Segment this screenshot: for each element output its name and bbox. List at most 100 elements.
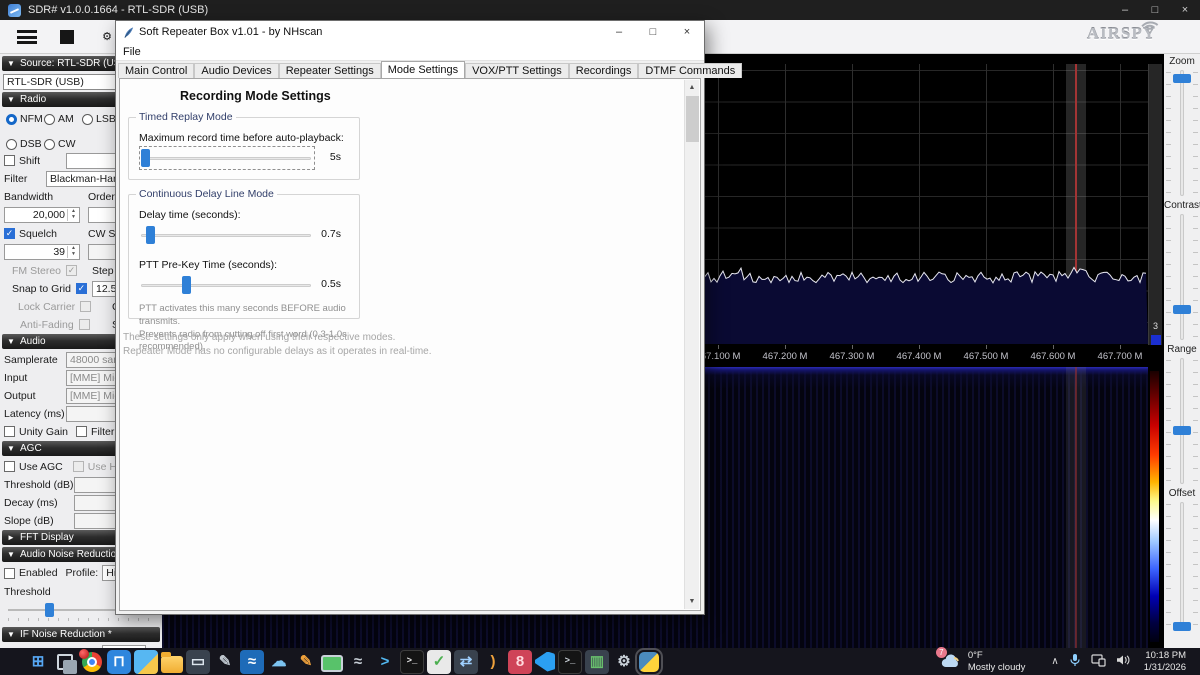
slider-thumb[interactable]: [1173, 622, 1191, 631]
squelch-stepper[interactable]: 39 ▲▼: [4, 244, 80, 260]
mode-radio[interactable]: NFM: [6, 113, 44, 125]
taskbar-icon-settings[interactable]: ⚙: [612, 650, 636, 674]
dialog-menubar: File: [116, 43, 704, 61]
mode-radio[interactable]: AM: [44, 113, 82, 125]
slider-thumb[interactable]: [146, 226, 155, 244]
bandwidth-stepper[interactable]: 20,000 ▲▼: [4, 207, 80, 223]
tab[interactable]: Mode Settings: [381, 61, 465, 78]
menu-hamburger-icon[interactable]: [14, 24, 40, 50]
use-hang-checkbox: [73, 461, 84, 472]
taskbar-icon-pen[interactable]: ✎: [213, 650, 237, 674]
clock-date: 1/31/2026: [1144, 662, 1186, 674]
taskbar-icon-start[interactable]: ⊞: [26, 650, 50, 674]
squelch-checkbox[interactable]: ✓: [4, 228, 15, 239]
slider-thumb[interactable]: [182, 276, 191, 294]
tab[interactable]: Recordings: [569, 63, 639, 78]
frequency-label: 467.500 M: [951, 351, 1021, 362]
minimize-icon[interactable]: –: [1110, 0, 1140, 20]
continuous-delay-groupbox: Continuous Delay Line Mode Delay time (s…: [128, 194, 360, 319]
taskbar-icon-terminal[interactable]: >_: [400, 650, 424, 674]
taskbar-icon-system-monitor[interactable]: ▥: [585, 650, 609, 674]
taskbar-icon-remote-desktop[interactable]: ⇄: [454, 650, 478, 674]
tab[interactable]: Repeater Settings: [279, 63, 381, 78]
system-tray: ∧: [1051, 653, 1129, 670]
taskbar-icon-curves[interactable]: ≈: [346, 650, 370, 674]
taskbar-icon-vscode[interactable]: [535, 652, 555, 672]
delay-time-slider[interactable]: 0.7s: [139, 225, 349, 245]
range-slider[interactable]: [1172, 358, 1192, 484]
taskbar-icon-python[interactable]: [639, 652, 659, 672]
taskbar-icon-file-explorer[interactable]: [161, 656, 183, 673]
weather-widget[interactable]: 7 0°F Mostly cloudy: [940, 650, 1026, 674]
taskbar-icon-cloud[interactable]: ☁: [267, 650, 291, 674]
taskbar-icon-notepad[interactable]: ✓: [427, 650, 451, 674]
taskbar-icon-photos-waves[interactable]: ≈: [240, 650, 264, 674]
microphone-icon[interactable]: [1069, 653, 1081, 670]
taskbar-icon-pc-green[interactable]: [321, 655, 343, 672]
taskbar-icon-chrome[interactable]: [82, 652, 102, 672]
max-record-time-label: Maximum record time before auto-playback…: [139, 132, 349, 144]
collapse-arrow-icon: ▼: [2, 630, 20, 639]
slider-thumb[interactable]: [1173, 305, 1191, 314]
tab[interactable]: VOX/PTT Settings: [465, 63, 569, 78]
tab[interactable]: Main Control: [118, 63, 194, 78]
stepper-arrows-icon[interactable]: ▲▼: [67, 246, 79, 258]
band-value-label: 3: [1149, 321, 1162, 331]
maximize-icon[interactable]: □: [636, 21, 670, 43]
ptt-prekey-value: 0.5s: [321, 278, 341, 290]
scroll-down-icon[interactable]: ▼: [685, 594, 699, 609]
stepper-arrows-icon[interactable]: ▲▼: [67, 209, 79, 221]
scroll-up-icon[interactable]: ▲: [685, 80, 699, 95]
use-agc-checkbox[interactable]: [4, 461, 15, 472]
slider-track: [1180, 502, 1184, 630]
close-icon[interactable]: ×: [670, 21, 704, 43]
offset-slider[interactable]: [1172, 502, 1192, 630]
menu-file[interactable]: File: [116, 43, 148, 60]
contrast-slider[interactable]: [1172, 214, 1192, 340]
sdrsharp-window-title: SDR# v1.0.0.1664 - RTL-SDR (USB): [28, 4, 208, 16]
tab[interactable]: DTMF Commands: [638, 63, 742, 78]
max-record-time-slider[interactable]: 5s: [139, 148, 349, 168]
tray-chevron-up-icon[interactable]: ∧: [1051, 656, 1058, 667]
filter-audio-checkbox[interactable]: [76, 426, 87, 437]
slider-thumb[interactable]: [1173, 426, 1191, 435]
dialog-scrollbar[interactable]: ▲ ▼: [684, 80, 699, 609]
slider-thumb[interactable]: [141, 149, 150, 167]
cast-screen-icon[interactable]: [1091, 654, 1106, 670]
taskbar-icon-crescent[interactable]: ): [481, 650, 505, 674]
panel-header-ifnr[interactable]: ▼ IF Noise Reduction *: [2, 627, 160, 642]
band-scrollbar[interactable]: 3: [1148, 64, 1162, 345]
close-icon[interactable]: ×: [1170, 0, 1200, 20]
shift-checkbox[interactable]: [4, 155, 15, 166]
unity-gain-checkbox[interactable]: [4, 426, 15, 437]
slider-thumb[interactable]: [45, 603, 54, 617]
dialog-titlebar[interactable]: Soft Repeater Box v1.01 - by NHscan – □ …: [116, 21, 704, 43]
taskbar-icon-snipping-tool[interactable]: ▭: [186, 650, 210, 674]
mode-radio[interactable]: DSB: [6, 138, 44, 150]
anti-fading-checkbox: [79, 319, 90, 330]
taskbar-icon-terminal-2[interactable]: >_: [558, 650, 582, 674]
volume-icon[interactable]: [1116, 654, 1130, 669]
tab[interactable]: Audio Devices: [194, 63, 278, 78]
ptt-prekey-slider[interactable]: 0.5s: [139, 275, 349, 295]
taskbar-icon-task-view[interactable]: [57, 654, 73, 670]
zoom-slider[interactable]: [1172, 70, 1192, 196]
taskbar-icons: ⊞ ⊓: [26, 650, 659, 674]
lock-carrier-checkbox: [80, 301, 91, 312]
taskbar-icon-powershell[interactable]: >: [373, 650, 397, 674]
collapse-arrow-icon: ▼: [2, 550, 20, 559]
taskbar-clock[interactable]: 10:18 PM 1/31/2026: [1144, 650, 1186, 674]
minimize-icon[interactable]: –: [602, 21, 636, 43]
anr-enabled-checkbox[interactable]: [4, 568, 15, 579]
stop-button[interactable]: [54, 24, 80, 50]
airspy-waves-icon: [1140, 16, 1166, 39]
slider-thumb[interactable]: [1173, 74, 1191, 83]
scrollbar-thumb[interactable]: [686, 96, 699, 142]
slider-track: [1180, 70, 1184, 196]
taskbar-icon-red-app[interactable]: 8: [508, 650, 532, 674]
taskbar-icon-sketchup[interactable]: ✎: [294, 650, 318, 674]
taskbar-icon-store[interactable]: ⊓: [107, 650, 131, 674]
mode-radio[interactable]: CW: [44, 138, 82, 150]
taskbar-icon-photos[interactable]: [134, 650, 158, 674]
snap-checkbox[interactable]: ✓: [76, 283, 87, 294]
